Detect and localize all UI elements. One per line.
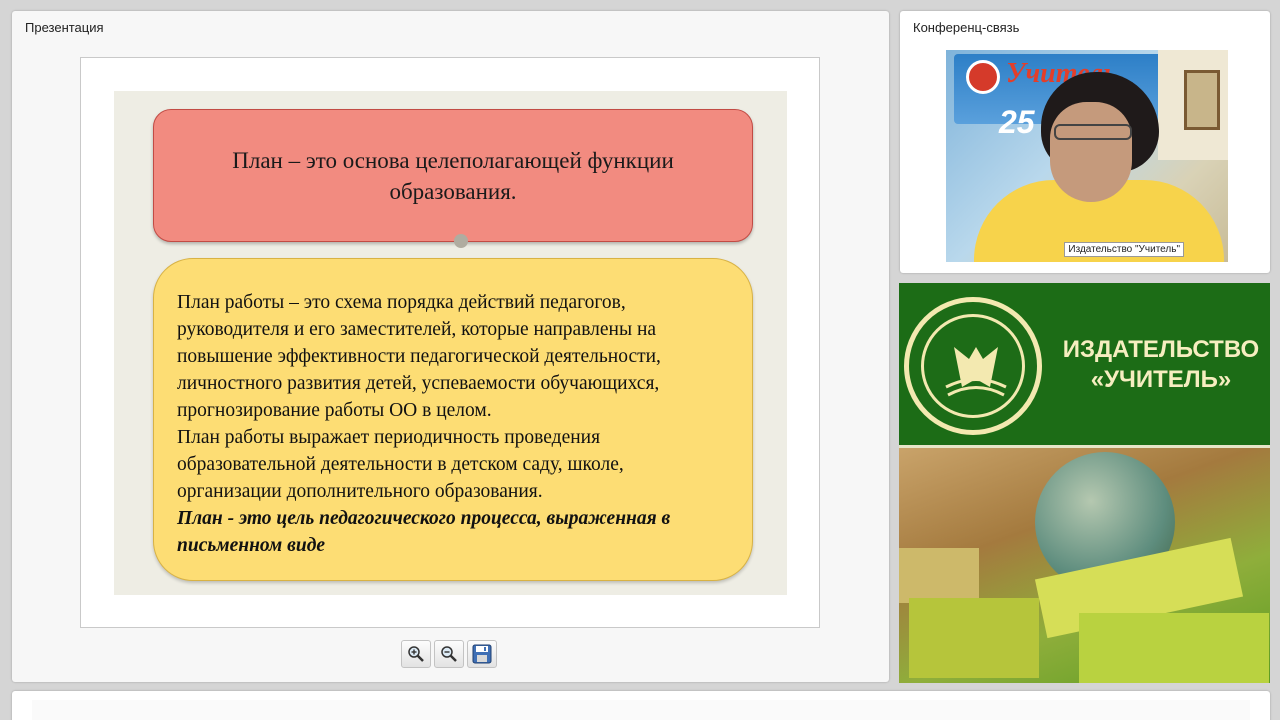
- ad-title-line-2: «УЧИТЕЛЬ»: [1090, 366, 1232, 393]
- presentation-panel-title: Презентация: [25, 20, 104, 35]
- book-stack-image: [1079, 613, 1269, 683]
- ad-header: ИЗДАТЕЛЬСТВО «УЧИТЕЛЬ»: [899, 283, 1270, 448]
- slide-heading-text: План – это основа целеполагающей функции…: [232, 147, 674, 204]
- slide-body-box: План работы – это схема порядка действий…: [153, 258, 753, 581]
- slide-body-paragraph-2: План работы выражает периодичность прове…: [177, 427, 624, 502]
- book-emblem-icon: [945, 347, 1007, 397]
- slide-connector: [454, 234, 468, 248]
- conference-panel: Конференц-связь Учитель 25 Издательство …: [900, 11, 1270, 273]
- wall-frame: [1184, 70, 1220, 130]
- zoom-out-button[interactable]: [434, 640, 464, 668]
- publisher-emblem-icon: [904, 297, 1042, 435]
- ad-books-image: [899, 448, 1270, 683]
- speaker-face: [1050, 102, 1132, 202]
- video-banner-number: 25: [999, 104, 1035, 140]
- speaker-glasses: [1054, 124, 1132, 140]
- slide-emphasis-text: План - это цель педагогического процесса…: [177, 508, 671, 556]
- slide: План – это основа целеполагающей функции…: [114, 91, 787, 595]
- publisher-ad-banner: ИЗДАТЕЛЬСТВО «УЧИТЕЛЬ»: [899, 283, 1270, 683]
- speaker-name-caption: Издательство "Учитель": [1064, 242, 1184, 257]
- video-feed[interactable]: Учитель 25 Издательство "Учитель": [946, 50, 1228, 262]
- save-button[interactable]: [467, 640, 497, 668]
- conference-panel-title: Конференц-связь: [913, 20, 1020, 35]
- presentation-panel: Презентация План – это основа целеполага…: [12, 11, 889, 682]
- video-background-wall: [1158, 50, 1228, 160]
- zoom-in-icon: [408, 646, 424, 662]
- publisher-logo-icon: [966, 60, 1000, 94]
- zoom-out-icon: [441, 646, 457, 662]
- book-stack-image: [909, 598, 1039, 678]
- zoom-in-button[interactable]: [401, 640, 431, 668]
- ad-title: ИЗДАТЕЛЬСТВО «УЧИТЕЛЬ»: [1052, 335, 1270, 395]
- bottom-panel-content: [32, 700, 1250, 720]
- slide-frame: План – это основа целеполагающей функции…: [80, 57, 820, 628]
- book-stack-image: [899, 548, 979, 603]
- slide-toolbar: [401, 640, 497, 668]
- slide-heading-box: План – это основа целеполагающей функции…: [153, 109, 753, 242]
- bottom-panel: [12, 691, 1270, 720]
- floppy-disk-icon: [472, 644, 492, 664]
- slide-body-paragraph-1: План работы – это схема порядка действий…: [177, 292, 661, 421]
- publisher-emblem-ring: [921, 314, 1025, 418]
- ad-title-line-1: ИЗДАТЕЛЬСТВО: [1062, 336, 1260, 363]
